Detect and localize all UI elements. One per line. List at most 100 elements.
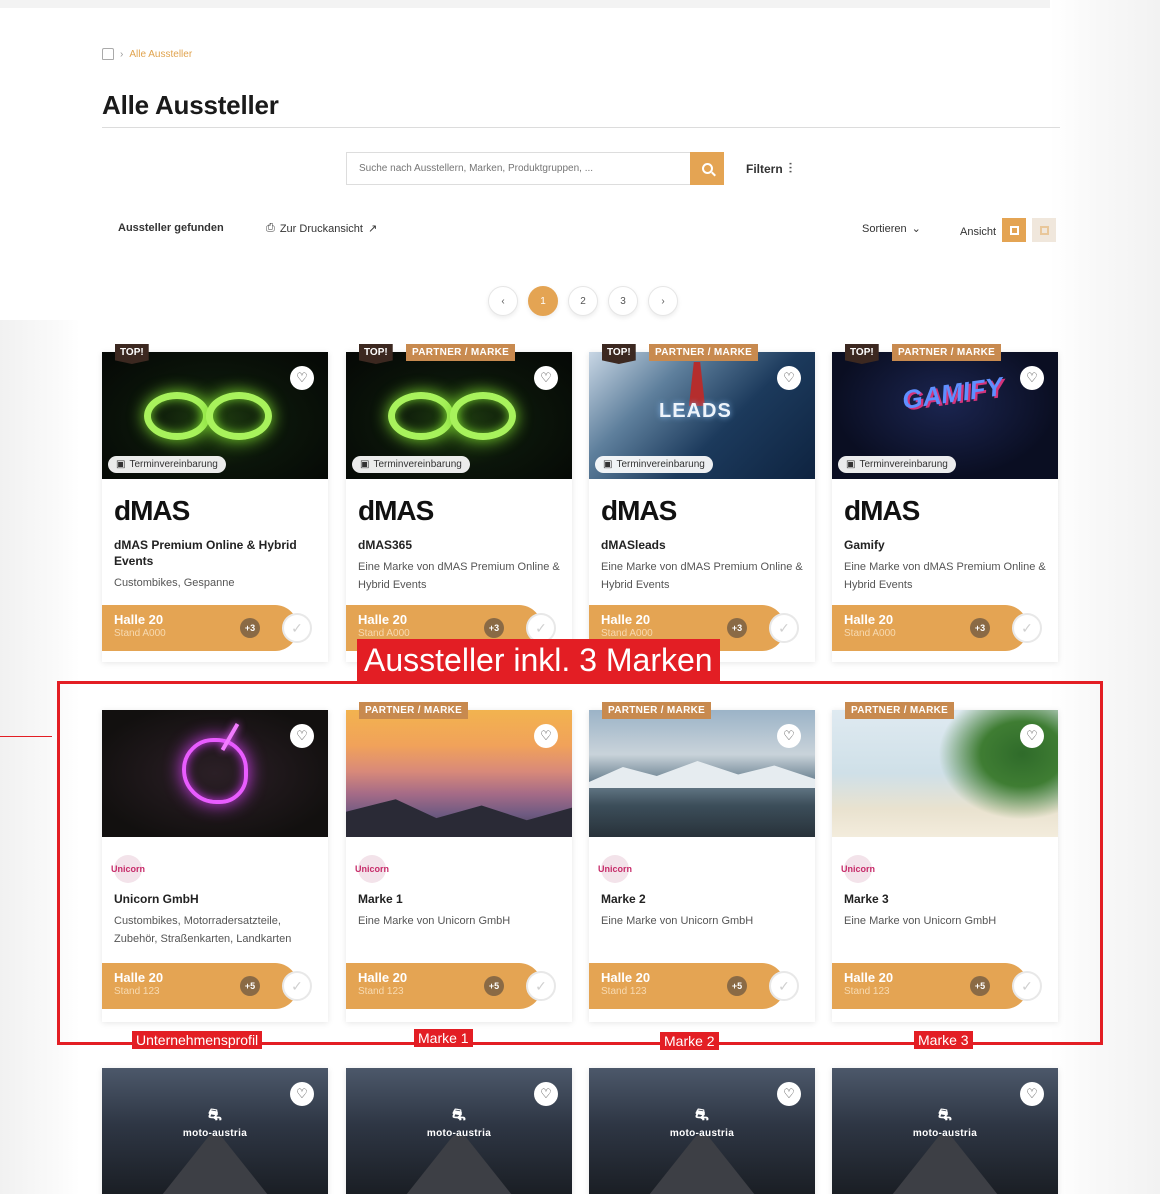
- exhibitor-logo: dMAS: [844, 495, 920, 526]
- card-body: dMAS Gamify Eine Marke von dMAS Premium …: [832, 479, 1058, 594]
- favorite-heart-icon[interactable]: ♡: [534, 366, 558, 390]
- hall-badge[interactable]: Halle 20 Stand A000 +3 ✓: [102, 605, 312, 651]
- appointment-label: Terminvereinbarung: [129, 459, 218, 470]
- more-count: +3: [970, 618, 990, 638]
- top-tag: TOP!: [845, 344, 879, 364]
- filter-label: Filtern: [746, 161, 783, 176]
- pagination-page-1[interactable]: 1: [528, 286, 558, 316]
- top-tag: TOP!: [115, 344, 149, 364]
- exhibitor-card[interactable]: ♡ ▣ Terminvereinbarung TOP! dMAS dMAS Pre…: [102, 344, 328, 662]
- breadcrumb-current[interactable]: Alle Aussteller: [129, 49, 192, 60]
- moto-logo-text: moto-austria: [912, 1128, 978, 1139]
- view-label: Ansicht: [960, 226, 997, 238]
- card-image: ⛐ moto-austria ♡: [832, 1068, 1058, 1194]
- moto-logo-text: moto-austria: [669, 1128, 735, 1139]
- appointment-label: Terminvereinbarung: [859, 459, 948, 470]
- card-image: GAMIFY ♡ ▣ Terminvereinbarung: [832, 352, 1058, 479]
- exhibitor-name: dMASleads: [601, 538, 666, 552]
- card-image: ♡ ▣ Terminvereinbarung: [346, 352, 572, 479]
- appointment-label: Terminvereinbarung: [616, 459, 705, 470]
- exhibitor-card[interactable]: ⛐ moto-austria ♡: [589, 1068, 815, 1194]
- annotation-frame: [57, 681, 1103, 1045]
- exhibitor-logo: dMAS: [114, 495, 190, 526]
- favorite-heart-icon[interactable]: ♡: [777, 366, 801, 390]
- gamify-image-art: GAMIFY: [900, 371, 1005, 415]
- more-count: +3: [484, 618, 504, 638]
- annotation-title: Aussteller inkl. 3 Marken: [357, 639, 720, 682]
- hall-badge[interactable]: Halle 20 Stand A000 +3 ✓: [832, 605, 1042, 651]
- exhibitor-card[interactable]: GAMIFY ♡ ▣ Terminvereinbarung TOP! PARTNE…: [832, 344, 1058, 662]
- exhibitor-description: Eine Marke von dMAS Premium Online & Hyb…: [844, 561, 1046, 591]
- calendar-icon: ▣: [116, 459, 126, 470]
- sort-label: Sortieren: [862, 222, 907, 235]
- partner-tag: PARTNER / MARKE: [649, 344, 759, 361]
- grid-view-button[interactable]: [1002, 218, 1027, 242]
- pagination-page-2[interactable]: 2: [568, 286, 598, 316]
- appointment-badge[interactable]: ▣ Terminvereinbarung: [838, 456, 956, 473]
- annotation-pointer-line: [0, 736, 52, 737]
- exhibitor-card[interactable]: ⛐ moto-austria ♡: [346, 1068, 572, 1194]
- partner-tag: PARTNER / MARKE: [892, 344, 1002, 361]
- search-input[interactable]: [346, 152, 690, 185]
- exhibitor-card[interactable]: LEADS ♡ ▣ Terminvereinbarung TOP! PARTNER…: [589, 344, 815, 662]
- page-title: Alle Aussteller: [102, 90, 279, 120]
- favorite-heart-icon[interactable]: ♡: [777, 1082, 801, 1106]
- card-image: ⛐ moto-austria ♡: [102, 1068, 328, 1194]
- top-tag: TOP!: [359, 344, 393, 364]
- hall-label: Halle 20: [358, 612, 408, 627]
- list-view-button[interactable]: [1032, 218, 1057, 242]
- pagination-page-3[interactable]: 3: [608, 286, 638, 316]
- card-body: dMAS dMAS365 Eine Marke von dMAS Premium…: [346, 479, 572, 594]
- checkmark-icon[interactable]: ✓: [282, 613, 312, 643]
- appointment-badge[interactable]: ▣ Terminvereinbarung: [108, 456, 226, 473]
- stand-label: Stand A000: [114, 628, 166, 639]
- list-icon: [1039, 225, 1049, 235]
- home-icon[interactable]: [102, 48, 114, 60]
- stand-label: Stand A000: [601, 628, 653, 639]
- card-image: ♡ ▣ Terminvereinbarung: [102, 352, 328, 479]
- favorite-heart-icon[interactable]: ♡: [1020, 366, 1044, 390]
- appointment-badge[interactable]: ▣ Terminvereinbarung: [352, 456, 470, 473]
- exhibitor-logo: dMAS: [601, 495, 677, 526]
- exhibitor-name: Gamify: [844, 538, 885, 552]
- stand-label: Stand A000: [358, 628, 410, 639]
- favorite-heart-icon[interactable]: ♡: [534, 1082, 558, 1106]
- favorite-heart-icon[interactable]: ♡: [290, 366, 314, 390]
- checkmark-icon[interactable]: ✓: [1012, 613, 1042, 643]
- pagination-prev[interactable]: ‹: [488, 286, 518, 316]
- leads-image-text: LEADS: [659, 400, 732, 422]
- exhibitor-name: dMAS Premium Online & Hybrid Events: [114, 538, 297, 568]
- moto-logo-text: moto-austria: [182, 1128, 248, 1139]
- annotation-label-marke-1: Marke 1: [414, 1029, 473, 1047]
- search-bar: Filtern ⫶: [346, 152, 792, 185]
- pagination-next[interactable]: ›: [648, 286, 678, 316]
- filter-button[interactable]: Filtern ⫶: [746, 160, 792, 177]
- breadcrumb: › Alle Aussteller: [102, 48, 192, 60]
- print-view-link[interactable]: ⎙ Zur Druckansicht ↗: [266, 222, 377, 235]
- calendar-icon: ▣: [360, 459, 370, 470]
- exhibitor-name: dMAS365: [358, 538, 413, 552]
- exhibitor-card[interactable]: ♡ ▣ Terminvereinbarung TOP! PARTNER / MAR…: [346, 344, 572, 662]
- printer-icon: ⎙: [266, 222, 275, 234]
- results-count: Aussteller gefunden: [118, 222, 224, 234]
- more-count: +3: [240, 618, 260, 638]
- favorite-heart-icon[interactable]: ♡: [290, 1082, 314, 1106]
- card-image: ⛐ moto-austria ♡: [589, 1068, 815, 1194]
- favorite-heart-icon[interactable]: ♡: [1020, 1082, 1044, 1106]
- annotation-label-marke-2: Marke 2: [660, 1032, 719, 1050]
- sort-dropdown[interactable]: Sortieren ⌄: [862, 222, 921, 236]
- view-switcher: Ansicht: [960, 218, 1057, 242]
- appointment-label: Terminvereinbarung: [373, 459, 462, 470]
- exhibitor-description: Eine Marke von dMAS Premium Online & Hyb…: [601, 561, 803, 591]
- checkmark-icon[interactable]: ✓: [769, 613, 799, 643]
- top-tag: TOP!: [602, 344, 636, 364]
- annotation-label-profile: Unternehmensprofil: [132, 1031, 263, 1049]
- calendar-icon: ▣: [846, 459, 856, 470]
- exhibitor-card[interactable]: ⛐ moto-austria ♡: [102, 1068, 328, 1194]
- exhibitor-card[interactable]: ⛐ moto-austria ♡: [832, 1068, 1058, 1194]
- card-body: dMAS dMASleads Eine Marke von dMAS Premi…: [589, 479, 815, 594]
- search-button[interactable]: [690, 152, 724, 185]
- card-image: LEADS ♡ ▣ Terminvereinbarung: [589, 352, 815, 479]
- appointment-badge[interactable]: ▣ Terminvereinbarung: [595, 456, 713, 473]
- exhibitor-logo: dMAS: [358, 495, 434, 526]
